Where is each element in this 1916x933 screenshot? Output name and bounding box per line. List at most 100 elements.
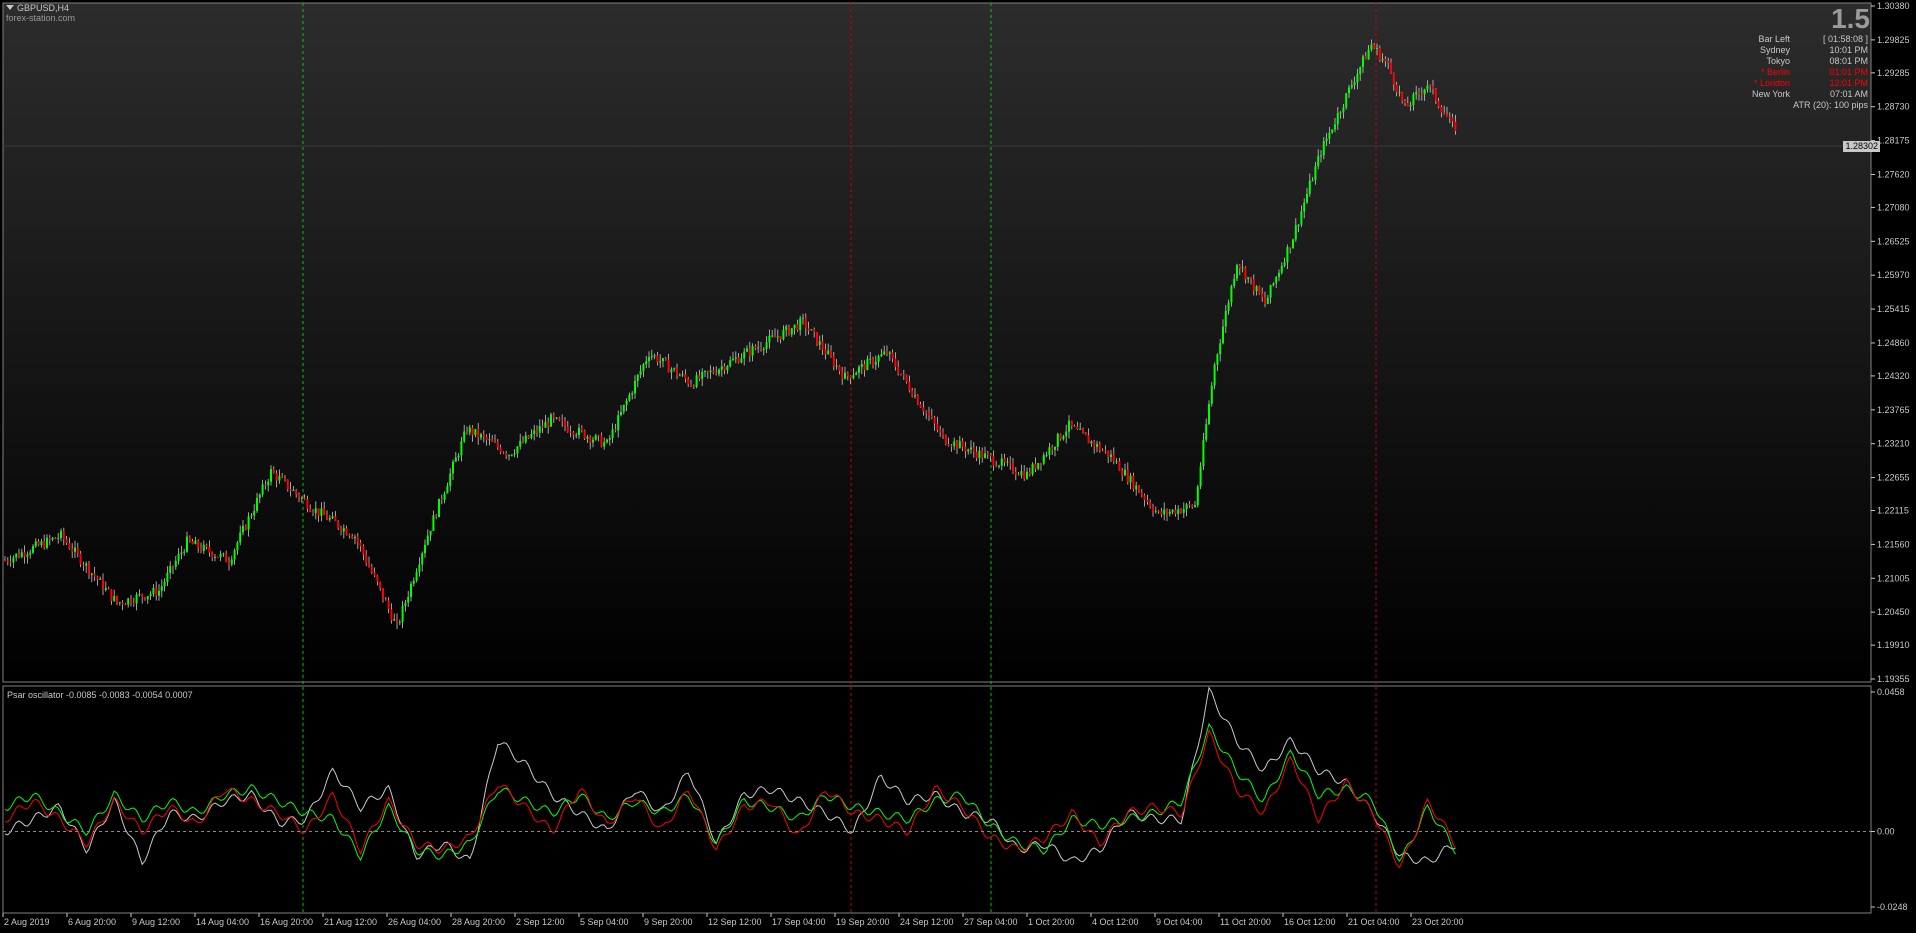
candle-body xyxy=(1272,283,1275,286)
candle-body xyxy=(1308,180,1311,194)
candle-body xyxy=(34,541,37,547)
candle-body xyxy=(1124,469,1126,476)
time-tick-label: 5 Sep 04:00 xyxy=(580,917,629,927)
candle-body xyxy=(393,619,396,621)
candle-body xyxy=(942,431,944,436)
candle-body xyxy=(48,537,51,540)
price-tick-label: 1.30380 xyxy=(1877,1,1910,11)
candle-body xyxy=(883,351,886,355)
dropdown-triangle-icon[interactable] xyxy=(6,5,14,10)
candle-body xyxy=(362,546,365,555)
candle-body xyxy=(1140,492,1143,496)
candle-body xyxy=(354,536,356,539)
candle-body xyxy=(230,559,233,565)
candle-body xyxy=(771,335,774,337)
price-tick-label: 1.19910 xyxy=(1877,640,1910,650)
candle-body xyxy=(82,564,85,566)
time-tick-label: 11 Oct 20:00 xyxy=(1220,917,1271,927)
candle-body xyxy=(172,565,174,568)
candle-body xyxy=(774,335,776,338)
candle-body xyxy=(118,602,121,604)
candle-body xyxy=(1129,475,1132,483)
time-tick-label: 12 Sep 12:00 xyxy=(708,917,762,927)
candle-body xyxy=(225,553,228,563)
candle-body xyxy=(264,484,267,486)
candle-body xyxy=(278,476,281,481)
candle-body xyxy=(734,357,737,359)
candle-body xyxy=(589,436,592,443)
candle-body xyxy=(874,361,877,365)
candle-body xyxy=(944,435,947,445)
candle-body xyxy=(197,540,200,549)
candle-body xyxy=(978,450,981,459)
candle-body xyxy=(597,435,600,437)
candle-body xyxy=(614,429,617,431)
time-axis: 2 Aug 2019 6 Aug 20:00 9 Aug 12:00 14 Aug 0… xyxy=(2,913,1464,927)
candle-body xyxy=(1006,461,1009,463)
candle-body xyxy=(1031,463,1034,475)
oscillator-tick-label: 0.00 xyxy=(1877,826,1895,836)
candle-body xyxy=(365,554,368,563)
candle-body xyxy=(1054,446,1056,450)
candle-body xyxy=(726,366,729,371)
chart-window[interactable]: 1.30380 1.29825 1.29285 1.28730 1.28175 1.276… xyxy=(0,0,1916,933)
candle-body xyxy=(872,358,874,365)
candle-body xyxy=(673,368,676,370)
candle-body xyxy=(1336,112,1339,125)
candle-body xyxy=(1174,509,1177,515)
candle-body xyxy=(1152,507,1154,512)
candle-body xyxy=(1367,49,1370,60)
candle-body xyxy=(586,436,589,439)
candle-body xyxy=(852,375,855,379)
candle-body xyxy=(1236,264,1238,279)
candle-body xyxy=(544,422,547,428)
candle-body xyxy=(639,370,642,376)
candle-body xyxy=(194,540,197,545)
candle-body xyxy=(272,469,275,473)
candle-body xyxy=(334,516,337,522)
candle-body xyxy=(46,537,48,548)
candle-body xyxy=(1149,501,1152,508)
candle-body xyxy=(628,394,631,401)
chart-canvas[interactable]: 1.30380 1.29825 1.29285 1.28730 1.28175 1.276… xyxy=(0,0,1916,933)
candle-body xyxy=(754,346,757,349)
candle-body xyxy=(832,356,835,367)
candle-body xyxy=(286,479,289,490)
candle-body xyxy=(1040,463,1042,465)
candle-body xyxy=(1278,272,1280,278)
price-panel-background xyxy=(2,2,1872,683)
candle-body xyxy=(888,352,891,355)
candle-body xyxy=(939,429,942,432)
candle-body xyxy=(1311,180,1314,182)
candle-body xyxy=(524,435,527,443)
candle-body xyxy=(550,414,552,427)
candle-body xyxy=(1087,435,1090,444)
time-tick-label: 9 Sep 20:00 xyxy=(644,917,693,927)
price-axis: 1.30380 1.29825 1.29285 1.28730 1.28175 1.276… xyxy=(1871,1,1910,684)
candle-body xyxy=(18,553,20,558)
candle-body xyxy=(642,364,645,371)
candle-body xyxy=(648,357,650,362)
candle-body xyxy=(676,368,678,376)
candle-body xyxy=(1026,471,1028,479)
candle-body xyxy=(1280,265,1283,273)
candle-body xyxy=(953,441,956,447)
candle-body xyxy=(1306,193,1308,203)
candle-body xyxy=(1345,93,1348,108)
time-tick-label: 9 Aug 12:00 xyxy=(132,917,180,927)
session-row: Sydney 10:01 PM xyxy=(1730,45,1868,56)
candle-body xyxy=(1076,426,1079,430)
candle-body xyxy=(1028,471,1031,475)
candle-body xyxy=(992,456,995,466)
candle-body xyxy=(449,473,452,487)
candle-body xyxy=(496,442,499,448)
candle-body xyxy=(972,447,975,452)
candle-body xyxy=(454,457,457,462)
price-tick-label: 1.19355 xyxy=(1877,674,1910,684)
candle-body xyxy=(152,587,155,594)
candle-body xyxy=(695,375,698,387)
candle-body xyxy=(474,428,477,436)
candle-body xyxy=(1082,428,1084,433)
candle-body xyxy=(1370,44,1373,50)
candle-body xyxy=(1135,485,1138,490)
